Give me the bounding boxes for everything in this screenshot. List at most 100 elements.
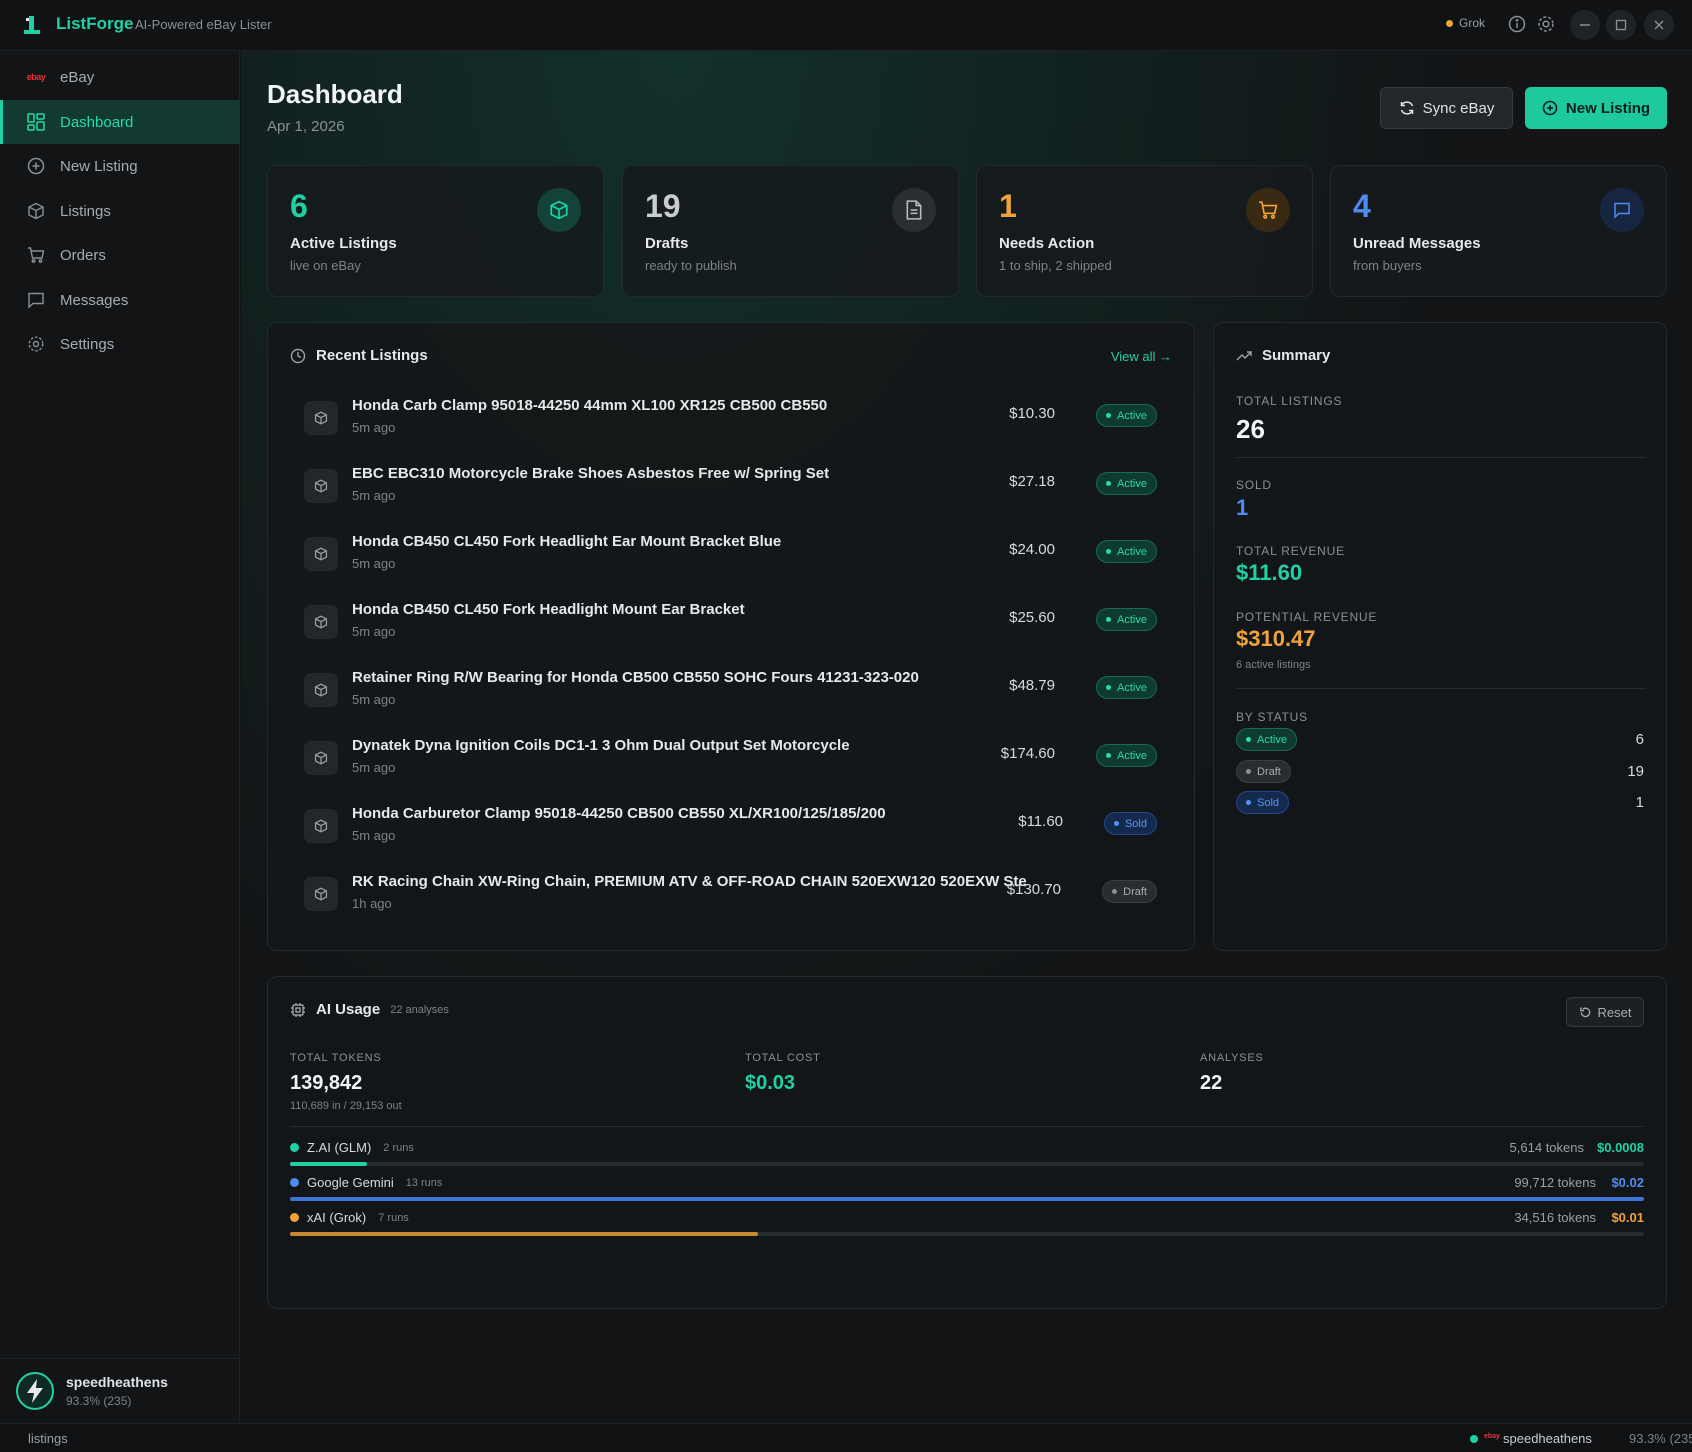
listing-row[interactable]: RK Racing Chain XW-Ring Chain, PREMIUM A… [304, 865, 1159, 925]
sidebar-item-label: Listings [60, 202, 111, 220]
listing-title: RK Racing Chain XW-Ring Chain, PREMIUM A… [352, 873, 1027, 890]
potential-revenue-value: $310.47 [1236, 626, 1316, 651]
listing-row[interactable]: Retainer Ring R/W Bearing for Honda CB50… [304, 661, 1159, 721]
sync-ebay-button[interactable]: Sync eBay [1380, 87, 1513, 129]
gear-icon [26, 334, 46, 354]
close-button[interactable] [1644, 10, 1674, 40]
plus-circle-icon [26, 156, 46, 176]
usage-bar [290, 1162, 368, 1166]
divider [290, 1126, 1644, 1127]
package-icon [304, 741, 338, 775]
listing-row[interactable]: Dynatek Dyna Ignition Coils DC1-1 3 Ohm … [304, 729, 1159, 789]
model-label: Grok [1459, 16, 1486, 30]
gear-icon[interactable] [1536, 14, 1556, 34]
dashboard-icon [26, 112, 46, 132]
provider-tokens: 34,516 tokens [1514, 1210, 1596, 1225]
stat-value: 4 [1353, 188, 1371, 224]
listing-time: 5m ago [352, 624, 396, 639]
reset-button[interactable]: Reset [1566, 997, 1644, 1027]
listing-row[interactable]: Honda Carb Clamp 95018-44250 44mm XL100 … [304, 389, 1159, 449]
listing-title: Dynatek Dyna Ignition Coils DC1-1 3 Ohm … [352, 737, 850, 754]
cpu-icon [291, 1002, 305, 1017]
sidebar-item-settings[interactable]: Settings [0, 322, 240, 366]
model-indicator[interactable]: Grok [1446, 16, 1485, 30]
provider-name: Z.AI (GLM) 2 runs [290, 1140, 414, 1155]
model-status-dot [1446, 19, 1453, 27]
package-icon [304, 537, 338, 571]
page-title: Dashboard [267, 79, 403, 109]
maximize-icon [1615, 19, 1627, 31]
stat-value: 19 [645, 188, 681, 224]
new-listing-button[interactable]: New Listing [1525, 87, 1667, 129]
stat-sub: live on eBay [290, 258, 361, 273]
listing-row[interactable]: Honda CB450 CL450 Fork Headlight Ear Mou… [304, 525, 1159, 585]
listing-price: $130.70 [1006, 881, 1061, 898]
provider-tokens: 99,712 tokens [1514, 1175, 1596, 1190]
stat-sub: ready to publish [645, 258, 737, 273]
stat-card-active-listings[interactable]: 6 Active Listings live on eBay [267, 165, 604, 297]
document-icon [892, 188, 936, 232]
listing-time: 5m ago [352, 420, 396, 435]
ai-usage-panel: AI Usage 22 analyses Reset TOTAL TOKENS … [267, 976, 1667, 1309]
sidebar-item-label: eBay [60, 68, 95, 86]
maximize-button[interactable] [1606, 10, 1636, 40]
sidebar-item-new-listing[interactable]: New Listing [0, 144, 240, 188]
package-icon [304, 673, 338, 707]
package-icon [304, 877, 338, 911]
divider [1236, 688, 1646, 689]
sidebar: ebay eBay Dashboard New Listing Listings… [0, 51, 240, 1423]
connection-status-dot [1470, 1435, 1478, 1443]
plus-circle-icon [1542, 100, 1558, 116]
sidebar-item-listings[interactable]: Listings [0, 189, 240, 233]
by-status-label: BY STATUS [1236, 710, 1308, 724]
provider-runs: 13 runs [405, 1176, 443, 1189]
listing-row[interactable]: EBC EBC310 Motorcycle Brake Shoes Asbest… [304, 457, 1159, 517]
stat-card-drafts[interactable]: 19 Drafts ready to publish [622, 165, 959, 297]
total-revenue-value: $11.60 [1236, 560, 1303, 585]
stat-label: Drafts [645, 235, 689, 252]
listing-price: $24.00 [1009, 541, 1055, 558]
stat-card-unread-messages[interactable]: 4 Unread Messages from buyers [1330, 165, 1667, 297]
status-count-draft: 19 [1627, 763, 1644, 780]
minimize-button[interactable] [1570, 10, 1600, 40]
sidebar-item-orders[interactable]: Orders [0, 233, 240, 277]
status-count-sold: 1 [1635, 794, 1644, 811]
listing-row[interactable]: Honda CB450 CL450 Fork Headlight Mount E… [304, 593, 1159, 653]
sidebar-item-label: Orders [60, 246, 106, 264]
listing-price: $25.60 [1009, 609, 1055, 626]
total-tokens-label: TOTAL TOKENS [290, 1052, 382, 1064]
status-badge-draft: Draft [1236, 760, 1291, 783]
provider-row: Google Gemini 13 runs 99,712 tokens $0.0… [290, 1175, 1644, 1205]
potential-revenue-note: 6 active listings [1236, 659, 1311, 671]
total-revenue-label: TOTAL REVENUE [1236, 544, 1345, 558]
sold-label: SOLD [1236, 478, 1272, 492]
page-date: Apr 1, 2026 [267, 118, 345, 135]
recent-listings-title: Recent Listings [316, 347, 428, 364]
status-badge: Active [1096, 676, 1157, 699]
status-badge: Active [1096, 404, 1157, 427]
listing-time: 5m ago [352, 488, 396, 503]
ebay-logo-icon: ebay [26, 67, 46, 87]
listing-title: Honda Carb Clamp 95018-44250 44mm XL100 … [352, 397, 828, 414]
listing-time: 5m ago [352, 692, 396, 707]
listing-price: $10.30 [1009, 405, 1055, 422]
provider-color-dot [290, 1143, 299, 1152]
stat-label: Unread Messages [1353, 235, 1481, 252]
listing-price: $48.79 [1009, 677, 1055, 694]
summary-heading: Summary [1236, 347, 1330, 364]
total-tokens-value: 139,842 [290, 1072, 363, 1094]
sidebar-item-dashboard[interactable]: Dashboard [0, 100, 240, 144]
sidebar-item-messages[interactable]: Messages [0, 278, 240, 322]
message-icon [1600, 188, 1644, 232]
provider-runs: 2 runs [383, 1141, 414, 1154]
user-profile[interactable]: speedheathens 93.3% (235) [0, 1358, 240, 1423]
listing-row[interactable]: Honda Carburetor Clamp 95018-44250 CB500… [304, 797, 1159, 857]
status-badge-active: Active [1236, 728, 1297, 751]
listing-title: EBC EBC310 Motorcycle Brake Shoes Asbest… [352, 465, 830, 482]
stat-card-needs-action[interactable]: 1 Needs Action 1 to ship, 2 shipped [976, 165, 1313, 297]
sidebar-item-ebay[interactable]: ebay eBay [0, 55, 240, 99]
view-all-link[interactable]: View all → [1111, 349, 1172, 364]
provider-cost: $0.01 [1611, 1210, 1644, 1225]
provider-cost: $0.0008 [1597, 1140, 1644, 1155]
info-icon[interactable] [1507, 14, 1527, 34]
